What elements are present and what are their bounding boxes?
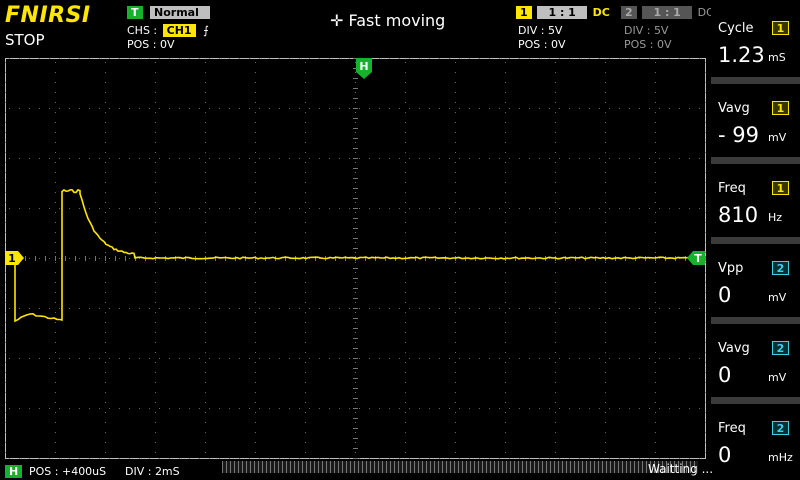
- trigger-marker-label: T: [694, 252, 702, 265]
- measurement-separator: [711, 157, 800, 164]
- timebase-badge: H: [5, 465, 23, 478]
- measurement-label: Freq: [718, 421, 746, 436]
- measurement-value: 0: [718, 443, 732, 467]
- measurement-value: 810: [718, 203, 759, 227]
- measurement-label: Vpp: [718, 261, 744, 276]
- trigger-badge: T: [127, 6, 143, 19]
- interaction-mode-label: Fast moving: [348, 11, 446, 30]
- h-marker-label: H: [359, 60, 368, 73]
- measurement-value: 1.23: [718, 43, 765, 67]
- measurement-channel-badge: 1: [772, 21, 789, 35]
- measurement-value: 0: [718, 283, 732, 307]
- measurement-separator: [711, 397, 800, 404]
- measurement-unit: Hz: [768, 211, 783, 224]
- measurement-separator: [711, 77, 800, 84]
- measurement-channel-badge: 2: [772, 261, 789, 275]
- measurement-value: 0: [718, 363, 732, 387]
- measurement-item[interactable]: Vavg 2 0 mV: [711, 324, 800, 399]
- ch2-probe[interactable]: 1 : 1: [642, 6, 693, 19]
- ch1-number-badge: 1: [516, 6, 532, 19]
- measurement-label: Vavg: [718, 341, 750, 356]
- measurement-value: - 99: [718, 123, 759, 147]
- trigger-source-label: CHS :: [127, 24, 158, 37]
- measurement-unit: mS: [768, 51, 786, 64]
- measurement-item[interactable]: Freq 2 0 mHz: [711, 404, 800, 479]
- measurement-label: Cycle: [718, 21, 754, 36]
- measurement-channel-badge: 2: [772, 341, 789, 355]
- measurement-unit: mV: [768, 291, 787, 304]
- measurement-separator: [711, 317, 800, 324]
- trigger-pos: POS : 0V: [127, 38, 175, 51]
- ch1-marker-label: 1: [8, 252, 16, 265]
- waveform-canvas[interactable]: H 1 T: [5, 58, 706, 459]
- measurement-item[interactable]: Vpp 2 0 mV: [711, 244, 800, 319]
- ch1-coupling[interactable]: DC: [593, 6, 610, 19]
- measurement-label: Freq: [718, 181, 746, 196]
- ch2-div: DIV : 5V: [624, 24, 669, 37]
- ch1-div: DIV : 5V: [518, 24, 563, 37]
- trigger-mode[interactable]: Normal: [150, 6, 211, 19]
- ch2-number-badge: 2: [621, 6, 637, 19]
- trigger-source[interactable]: CH1: [162, 24, 196, 37]
- measurement-unit: mV: [768, 131, 787, 144]
- ch2-pos: POS : 0V: [624, 38, 672, 51]
- measurement-channel-badge: 1: [772, 181, 789, 195]
- measurement-unit: mV: [768, 371, 787, 384]
- brand-logo: FNIRSI: [5, 3, 91, 28]
- acquisition-status: Waitting ...: [648, 462, 714, 476]
- measurement-separator: [711, 237, 800, 244]
- measurement-item[interactable]: Freq 1 810 Hz: [711, 164, 800, 239]
- falling-edge-icon[interactable]: ⨍: [203, 24, 209, 37]
- timebase-div[interactable]: DIV : 2mS: [125, 465, 180, 478]
- ch1-level-marker[interactable]: 1: [5, 251, 24, 265]
- measurement-unit: mHz: [768, 451, 793, 464]
- ch1-trace: [14, 188, 694, 323]
- measurement-item[interactable]: Cycle 1 1.23 mS: [711, 4, 800, 79]
- measurement-channel-badge: 2: [772, 421, 789, 435]
- memory-ruler[interactable]: [222, 461, 698, 473]
- measurement-item[interactable]: Vavg 1 - 99 mV: [711, 84, 800, 159]
- ch1-probe[interactable]: 1 : 1: [537, 6, 588, 19]
- interaction-mode[interactable]: ✛ Fast moving: [330, 11, 445, 30]
- measurement-channel-badge: 1: [772, 101, 789, 115]
- timebase-pos[interactable]: POS : +400uS: [29, 465, 106, 478]
- ch1-pos: POS : 0V: [518, 38, 566, 51]
- horizontal-position-marker[interactable]: H: [356, 58, 372, 79]
- measurement-label: Vavg: [718, 101, 750, 116]
- move-arrows-icon: ✛: [330, 11, 344, 30]
- run-state-button[interactable]: STOP: [5, 31, 45, 49]
- trigger-level-marker[interactable]: T: [687, 251, 705, 265]
